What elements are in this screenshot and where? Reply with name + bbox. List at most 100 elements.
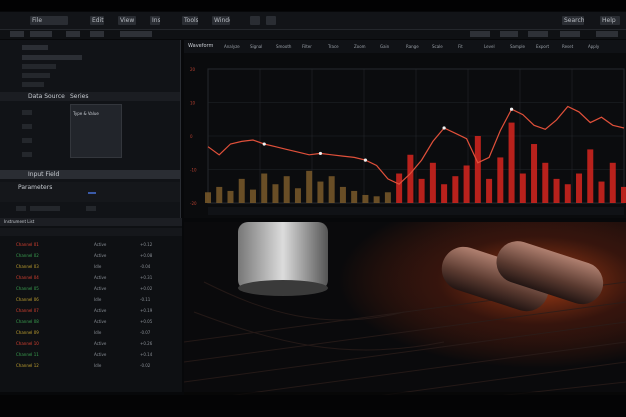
panel-row[interactable] [22,82,44,87]
table-row[interactable]: Channel 07 Active +0.19 [0,308,182,316]
chart-tab[interactable]: Sample [510,44,525,49]
chart-tab[interactable]: Fit [458,44,463,49]
menu-icon-b[interactable] [266,16,276,25]
panel-row[interactable] [22,55,82,60]
row-value: -0.07 [140,330,151,335]
toolbar-button[interactable] [90,31,104,37]
table-row[interactable]: Channel 12 Idle -0.02 [0,363,182,371]
row-value: +0.31 [140,275,153,280]
menu-file[interactable]: File [30,16,68,25]
menu-edit[interactable]: Edit [90,16,104,25]
waveform-bar [306,170,313,203]
toolbar-button[interactable] [30,31,52,37]
chart-tab[interactable]: Apply [588,44,599,49]
table-row[interactable]: Channel 05 Active +0.02 [0,286,182,294]
table-row[interactable]: Channel 01 Active +0.12 [0,242,182,250]
row-status: Active [94,308,107,313]
toolbar-button[interactable] [560,31,580,37]
y-tick-label: -10 [190,168,197,173]
chart-tab[interactable]: Analyze [224,44,240,49]
chart-tab[interactable]: Trace [328,44,339,49]
chart-header: Waveform Analyze Signal Smooth Filter Trace Z… [184,40,626,53]
chart-tab[interactable]: Scale [432,44,443,49]
chart-tab[interactable]: Level [484,44,495,49]
row-name: Channel 07 [16,308,39,313]
chart-tab[interactable]: Range [406,44,419,49]
row-status: Idle [94,330,102,335]
indicator-icon [88,192,96,194]
row-name: Channel 06 [16,297,39,302]
panel-row[interactable] [22,64,56,69]
waveform-bar [429,162,436,203]
toolbar-button[interactable] [528,31,548,37]
table-row[interactable]: Channel 04 Active +0.31 [0,275,182,283]
row-value: +0.02 [140,286,153,291]
menu-view[interactable]: View [118,16,136,25]
data-source-list[interactable]: Type & Value [70,104,122,158]
panel-row[interactable] [22,45,48,50]
menu-window[interactable]: Window [212,16,230,25]
menu-help[interactable]: Help [600,16,620,25]
toolbar-button[interactable] [470,31,490,37]
waveform-bar [249,189,256,203]
panel-row[interactable] [30,206,60,211]
section-header-input[interactable]: Input Field [0,170,180,179]
panel-row[interactable] [86,206,96,211]
instrument-table: Instrument List Channel 01 Active +0.12 Cha… [0,218,182,392]
table-row[interactable]: Channel 02 Active +0.08 [0,253,182,261]
row-name: Channel 03 [16,264,39,269]
panel-row[interactable] [16,206,26,211]
row-status: Active [94,352,107,357]
row-status: Active [94,286,107,291]
panel-row[interactable] [22,124,32,129]
waveform-bar [261,173,268,203]
section-header-data-source[interactable]: Data Source Series [0,92,180,101]
waveform-bar [407,154,414,203]
toolbar-button[interactable] [596,31,618,37]
menu-search[interactable]: Search [562,16,584,25]
chart-tab[interactable]: Filter [302,44,312,49]
waveform-bar [531,144,538,203]
row-status: Active [94,275,107,280]
menu-insert[interactable]: Insert [150,16,160,25]
chart-tab[interactable]: Reset [562,44,573,49]
row-value: +0.12 [140,242,153,247]
panel-row[interactable] [22,152,32,157]
panel-row[interactable] [22,73,50,78]
row-value: +0.26 [140,341,153,346]
menu-tools[interactable]: Tools [182,16,198,25]
chart-plot: 20 10 0 -10 -20 [190,67,626,215]
y-tick-label: 0 [190,134,193,139]
waveform-bar [508,122,515,203]
row-value: +0.08 [140,253,153,258]
chart-tab[interactable]: Signal [250,44,262,49]
row-status: Active [94,319,107,324]
waveform-chart: Waveform Analyze Signal Smooth Filter Trace Z… [184,40,626,218]
toolbar-button[interactable] [500,31,518,37]
chart-tab[interactable]: Gain [380,44,389,49]
menu-icon-a[interactable] [250,16,260,25]
table-row[interactable]: Channel 03 Idle -0.04 [0,264,182,272]
waveform-bar [519,173,526,203]
row-status: Active [94,341,107,346]
waveform-bar [564,184,571,203]
chart-tab[interactable]: Export [536,44,549,49]
x-axis-strip [208,207,624,215]
toolbar-button[interactable] [10,31,24,37]
chart-tab[interactable]: Zoom [354,44,366,49]
waveform-bar [294,188,301,203]
table-row[interactable]: Channel 09 Idle -0.07 [0,330,182,338]
table-row[interactable]: Channel 08 Active +0.05 [0,319,182,327]
waveform-bar [542,162,549,203]
table-row[interactable]: Channel 11 Active +0.14 [0,352,182,360]
toolbar-button[interactable] [66,31,80,37]
row-status: Active [94,242,107,247]
panel-row[interactable] [22,138,32,143]
window-top-strip [0,0,626,11]
panel-row[interactable] [22,110,32,115]
waveform-bar [474,136,481,203]
table-row[interactable]: Channel 10 Active +0.26 [0,341,182,349]
toolbar-button[interactable] [120,31,152,37]
chart-tab[interactable]: Smooth [276,44,291,49]
table-row[interactable]: Channel 06 Idle -0.11 [0,297,182,305]
